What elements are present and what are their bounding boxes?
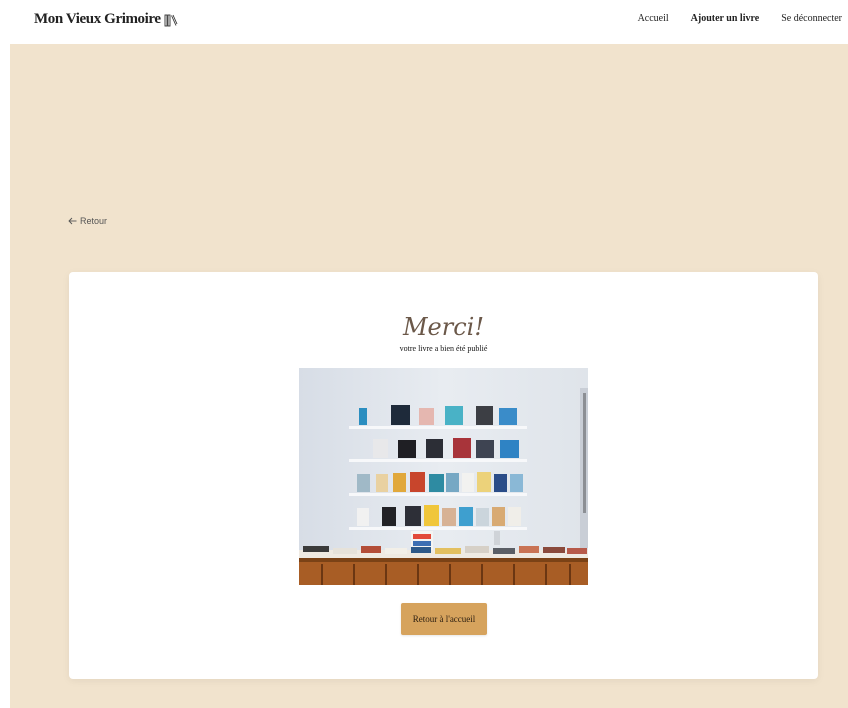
main-area: Retour Merci! votre livre a bien été pub…	[10, 44, 848, 708]
arrow-left-icon	[68, 217, 77, 225]
back-link[interactable]: Retour	[68, 216, 107, 226]
published-message: votre livre a bien été publié	[399, 344, 488, 353]
header: Mon Vieux Grimoire Accueil Ajouter un li…	[0, 0, 848, 44]
logo[interactable]: Mon Vieux Grimoire	[34, 11, 178, 28]
thank-you-title: Merci!	[402, 313, 484, 341]
bookshelf-photo	[299, 368, 588, 585]
nav-accueil[interactable]: Accueil	[638, 13, 669, 24]
nav-se-deconnecter[interactable]: Se déconnecter	[781, 13, 842, 24]
book-logo-icon	[164, 14, 178, 26]
confirmation-card: Merci! votre livre a bien été publié Ret…	[69, 272, 818, 679]
top-nav: Accueil Ajouter un livre Se déconnecter	[638, 13, 842, 24]
logo-text: Mon Vieux Grimoire	[34, 11, 161, 27]
back-link-label: Retour	[80, 216, 108, 226]
back-to-home-button[interactable]: Retour à l'accueil	[401, 603, 487, 635]
nav-ajouter-un-livre[interactable]: Ajouter un livre	[691, 13, 760, 24]
